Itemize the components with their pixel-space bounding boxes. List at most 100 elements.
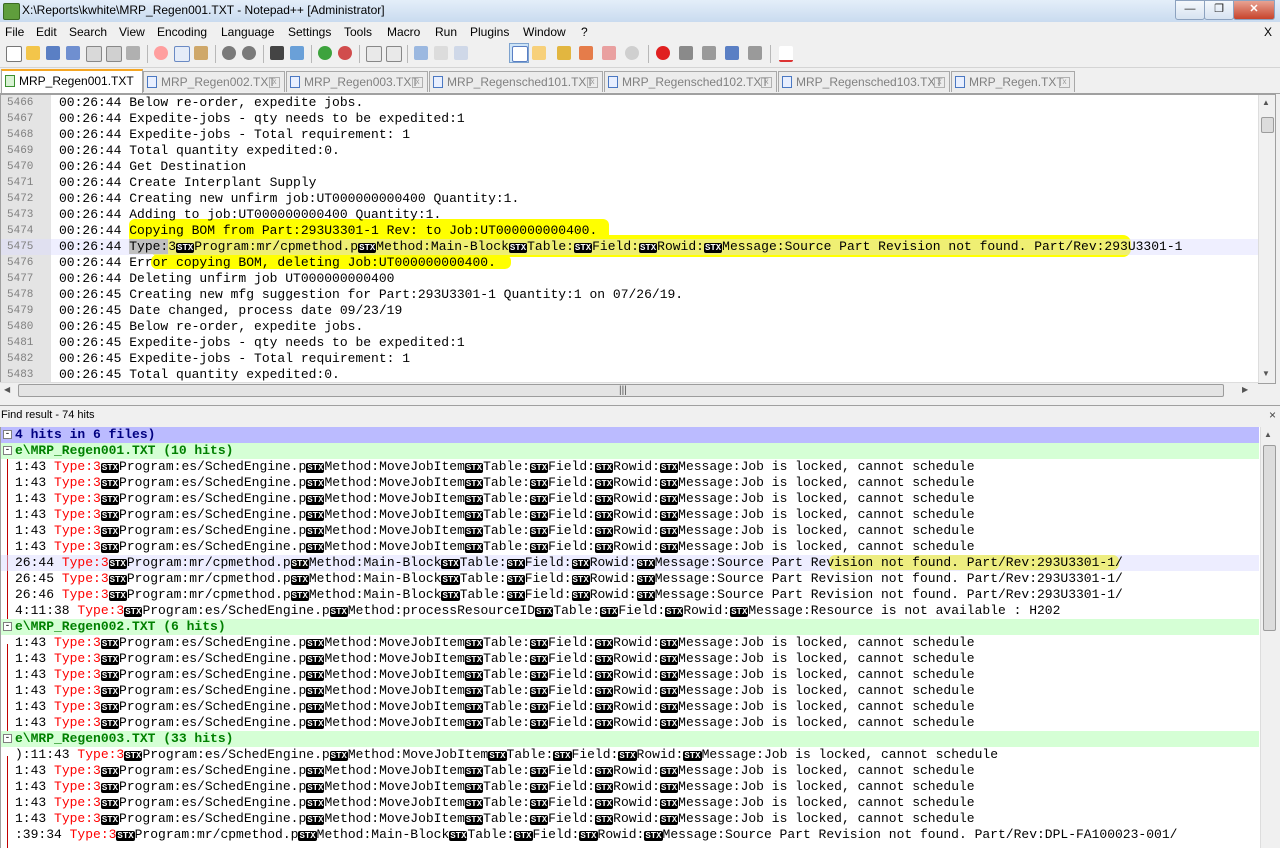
spell-check-icon[interactable] (777, 44, 795, 62)
zoom-in-icon[interactable] (316, 44, 334, 62)
result-line[interactable]: 1:43 Type:3STXProgram:es/SchedEngine.pST… (1, 699, 1259, 715)
file-result-header[interactable]: - e\MRP_Regen001.TXT (10 hits) (1, 443, 1259, 459)
eye-icon[interactable] (623, 44, 641, 62)
search-summary[interactable]: -4 hits in 6 files) (1, 427, 1259, 443)
close-file-icon[interactable] (84, 44, 102, 62)
result-line[interactable]: 1:43 Type:3STXProgram:es/SchedEngine.pST… (1, 523, 1259, 539)
close-tab-icon[interactable]: x (587, 77, 598, 88)
result-line[interactable]: 1:43 Type:3STXProgram:es/SchedEngine.pST… (1, 491, 1259, 507)
paste-icon[interactable] (192, 44, 210, 62)
cut-icon[interactable] (152, 44, 170, 62)
editor-horizontal-scrollbar[interactable]: ◀ ||| ▶ (0, 382, 1258, 397)
tab-mrp-regensched102[interactable]: MRP_Regensched102.TXT x (604, 71, 777, 92)
close-button[interactable]: ✕ (1233, 0, 1275, 20)
result-line[interactable]: 1:43 Type:3STXProgram:es/SchedEngine.pST… (1, 651, 1259, 667)
show-all-characters-icon[interactable] (432, 44, 450, 62)
open-file-icon[interactable] (24, 44, 42, 62)
indent-guide-icon[interactable] (452, 44, 470, 62)
record-macro-icon[interactable] (654, 44, 672, 62)
word-wrap-icon[interactable] (412, 44, 430, 62)
tab-mrp-regensched101[interactable]: MRP_Regensched101.TXT x (429, 71, 603, 92)
result-line[interactable]: 1:43 Type:3STXProgram:es/SchedEngine.pST… (1, 811, 1259, 827)
tab-mrp-regen[interactable]: MRP_Regen.TXT x (951, 71, 1075, 92)
close-tab-icon[interactable]: x (412, 77, 423, 88)
tab-mrp-regen001[interactable]: MRP_Regen001.TXT (1, 69, 143, 93)
result-line[interactable]: 26:45 Type:3STXProgram:mr/cpmethod.pSTXM… (1, 571, 1259, 587)
result-line[interactable]: 1:43 Type:3STXProgram:es/SchedEngine.pST… (1, 779, 1259, 795)
menu-language[interactable]: Language (221, 25, 274, 39)
result-line[interactable]: 1:43 Type:3STXProgram:es/SchedEngine.pST… (1, 539, 1259, 555)
menu-edit[interactable]: Edit (36, 25, 57, 39)
editor-vertical-scrollbar[interactable]: ▲ ▼ (1258, 95, 1275, 383)
folder-as-workspace-icon[interactable] (577, 44, 595, 62)
menu-settings[interactable]: Settings (288, 25, 331, 39)
result-line[interactable]: 1:43 Type:3STXProgram:es/SchedEngine.pST… (1, 475, 1259, 491)
undo-icon[interactable] (220, 44, 238, 62)
result-line[interactable]: 1:43 Type:3STXProgram:es/SchedEngine.pST… (1, 507, 1259, 523)
close-all-icon[interactable] (104, 44, 122, 62)
play-macro-icon[interactable] (700, 44, 718, 62)
run-macro-multiple-icon[interactable] (723, 44, 741, 62)
tab-mrp-regen002[interactable]: MRP_Regen002.TXT x (143, 71, 285, 92)
result-line[interactable]: 26:46 Type:3STXProgram:mr/cpmethod.pSTXM… (1, 587, 1259, 603)
close-tab-icon[interactable]: x (269, 77, 280, 88)
file-result-header[interactable]: - e\MRP_Regen003.TXT (33 hits) (1, 731, 1259, 747)
close-tab-icon[interactable]: x (934, 77, 945, 88)
result-line[interactable]: 1:43 Type:3STXProgram:es/SchedEngine.pST… (1, 683, 1259, 699)
result-line[interactable]: 1:43 Type:3STXProgram:es/SchedEngine.pST… (1, 667, 1259, 683)
scrollbar-thumb[interactable]: ||| (18, 384, 1224, 397)
close-tab-icon[interactable]: x (1059, 77, 1070, 88)
fold-minus-icon[interactable]: - (3, 446, 12, 455)
menu-window[interactable]: Window (523, 25, 566, 39)
replace-icon[interactable] (288, 44, 306, 62)
fold-minus-icon[interactable]: - (3, 430, 12, 439)
result-line-selected[interactable]: 26:44 Type:3STXProgram:mr/cpmethod.pSTXM… (1, 555, 1259, 571)
find-icon[interactable] (268, 44, 286, 62)
close-document-button[interactable]: X (1264, 25, 1272, 39)
scroll-down-icon[interactable]: ▼ (1262, 369, 1270, 378)
result-line[interactable]: 1:43 Type:3STXProgram:es/SchedEngine.pST… (1, 635, 1259, 651)
menu-encoding[interactable]: Encoding (157, 25, 207, 39)
result-line[interactable]: 1:43 Type:3STXProgram:es/SchedEngine.pST… (1, 763, 1259, 779)
lang-udl-icon[interactable] (509, 43, 529, 63)
menu-help[interactable]: ? (581, 25, 588, 39)
save-macro-icon[interactable] (746, 44, 764, 62)
result-line[interactable]: ):11:43 Type:3STXProgram:es/SchedEngine.… (1, 747, 1259, 763)
maximize-button[interactable]: ❐ (1204, 0, 1234, 20)
monitoring-icon[interactable] (600, 44, 618, 62)
close-panel-button[interactable]: × (1269, 408, 1276, 422)
find-vertical-scrollbar[interactable]: ▲ (1260, 427, 1277, 848)
copy-icon[interactable] (172, 44, 190, 62)
editor-pane[interactable]: 5466 00:26:44 Below re-order, expedite jo… (0, 94, 1276, 384)
scrollbar-thumb[interactable] (1263, 445, 1276, 631)
menu-file[interactable]: File (5, 25, 24, 39)
fold-minus-icon[interactable]: - (3, 734, 12, 743)
scroll-up-icon[interactable]: ▲ (1262, 98, 1270, 107)
tab-mrp-regen003[interactable]: MRP_Regen003.TXT x (286, 71, 428, 92)
result-line[interactable]: :39:34 Type:3STXProgram:mr/cpmethod.pSTX… (1, 827, 1259, 843)
save-all-icon[interactable] (64, 44, 82, 62)
menu-tools[interactable]: Tools (344, 25, 372, 39)
scroll-left-icon[interactable]: ◀ (4, 385, 10, 394)
redo-icon[interactable] (240, 44, 258, 62)
menu-run[interactable]: Run (435, 25, 457, 39)
result-line[interactable]: 1:43 Type:3STXProgram:es/SchedEngine.pST… (1, 459, 1259, 475)
scroll-up-icon[interactable]: ▲ (1264, 430, 1272, 439)
print-icon[interactable] (124, 44, 142, 62)
scrollbar-thumb[interactable] (1261, 117, 1274, 133)
sync-vertical-icon[interactable] (364, 44, 382, 62)
menu-view[interactable]: View (119, 25, 145, 39)
sync-horizontal-icon[interactable] (384, 44, 402, 62)
file-result-header[interactable]: - e\MRP_Regen002.TXT (6 hits) (1, 619, 1259, 635)
scroll-right-icon[interactable]: ▶ (1242, 385, 1248, 394)
minimize-button[interactable]: — (1175, 0, 1205, 20)
fold-minus-icon[interactable]: - (3, 622, 12, 631)
document-map-icon[interactable] (530, 44, 548, 62)
zoom-out-icon[interactable] (336, 44, 354, 62)
new-file-icon[interactable] (4, 44, 22, 62)
result-line[interactable]: 4:11:38 Type:3STXProgram:es/SchedEngine.… (1, 603, 1259, 619)
result-line[interactable]: 1:43 Type:3STXProgram:es/SchedEngine.pST… (1, 715, 1259, 731)
menu-search[interactable]: Search (69, 25, 107, 39)
find-results-pane[interactable]: -4 hits in 6 files) - e\MRP_Regen001.TXT … (0, 427, 1277, 848)
save-icon[interactable] (44, 44, 62, 62)
